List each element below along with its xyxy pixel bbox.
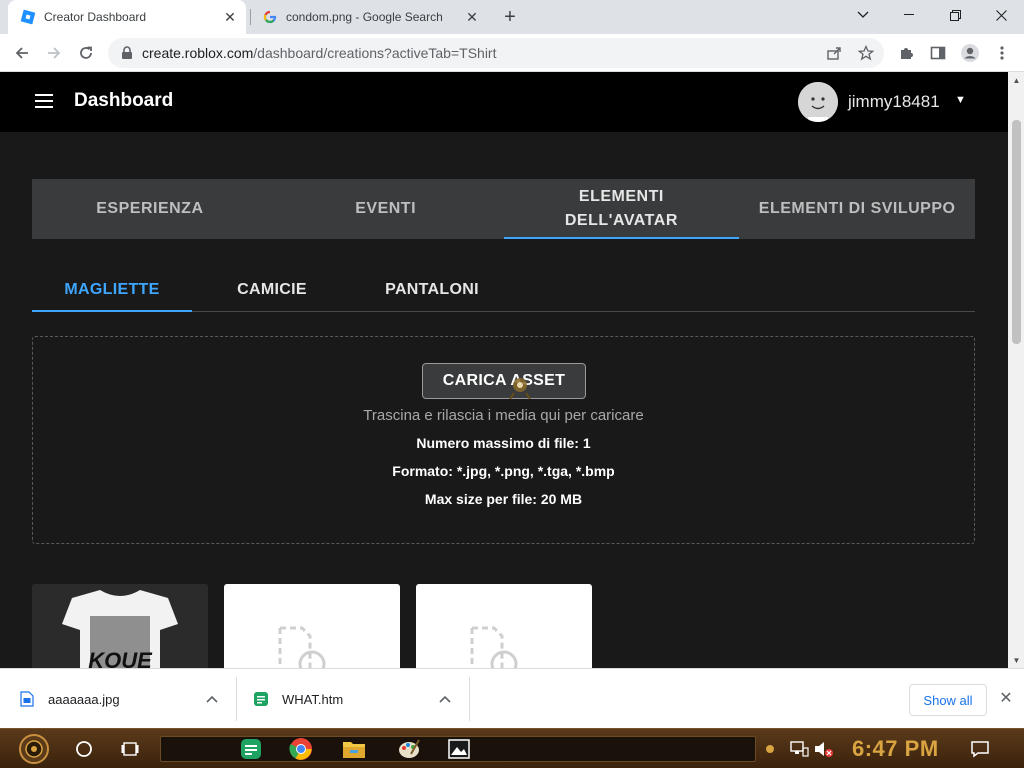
creations-category-tabs: ESPERIENZA EVENTI ELEMENTI DELL'AVATAR E…	[32, 179, 975, 239]
windows-taskbar: 6:47 PM	[0, 728, 1024, 768]
forward-arrow-icon[interactable]	[42, 41, 66, 65]
task-view-icon[interactable]	[116, 735, 144, 763]
tshirt-print-text: KOUE	[88, 648, 153, 668]
creation-thumbnail-tshirt[interactable]: KOUE	[32, 584, 208, 668]
tab-eventi[interactable]: EVENTI	[268, 179, 504, 239]
reload-icon[interactable]	[74, 41, 98, 65]
browser-menu-kebab-icon[interactable]	[992, 43, 1012, 63]
download-options-chevron-icon[interactable]	[437, 691, 453, 707]
action-center-icon[interactable]	[966, 735, 994, 763]
cortana-search-icon[interactable]	[70, 735, 98, 763]
roblox-favicon-icon	[20, 9, 36, 25]
browser-toolbar: create.roblox.com/dashboard/creations?ac…	[0, 34, 1024, 72]
minimize-window-button[interactable]	[886, 0, 932, 30]
subtab-camicie[interactable]: CAMICIE	[192, 269, 352, 311]
file-placeholder-icon	[470, 626, 518, 668]
avatar-item-subtabs: MAGLIETTE CAMICIE PANTALONI	[32, 269, 975, 312]
tab-title: Creator Dashboard	[44, 10, 147, 24]
tab-elementi-sviluppo[interactable]: ELEMENTI DI SVILUPPO	[739, 179, 975, 239]
browser-tab-creator-dashboard[interactable]: Creator Dashboard ✕	[8, 0, 246, 34]
download-shelf: aaaaaaa.jpg WHAT.htm Show all ✕	[0, 668, 1024, 728]
download-options-chevron-icon[interactable]	[204, 691, 220, 707]
green-notes-app-icon[interactable]	[237, 735, 265, 763]
page-scrollbar[interactable]: ▲ ▼	[1008, 72, 1024, 668]
side-panel-icon[interactable]	[928, 43, 948, 63]
chrome-icon[interactable]	[287, 735, 315, 763]
tab-title: condom.png - Google Search	[286, 10, 443, 24]
show-all-downloads-button[interactable]: Show all	[909, 684, 987, 716]
share-icon[interactable]	[824, 43, 844, 63]
dashboard-header: Dashboard jimmy18481 ▼	[0, 72, 1008, 132]
taskbar-clock[interactable]: 6:47 PM	[852, 736, 939, 762]
max-files-text: Numero massimo di file: 1	[416, 435, 591, 451]
page-title: Dashboard	[74, 90, 174, 111]
download-item[interactable]: WHAT.htm	[254, 669, 343, 729]
creator-dashboard-page: Dashboard jimmy18481 ▼ ESPERIENZA EVENTI…	[0, 72, 1008, 668]
dropzone-hint: Trascina e rilascia i media qui per cari…	[363, 407, 644, 424]
google-favicon-icon	[263, 10, 277, 24]
bookmark-star-icon[interactable]	[856, 43, 876, 63]
scroll-up-icon[interactable]: ▲	[1012, 76, 1021, 85]
back-arrow-icon[interactable]	[10, 41, 34, 65]
browser-tab-google-search[interactable]: condom.png - Google Search ✕	[250, 0, 488, 34]
lock-icon	[122, 46, 132, 59]
tab-esperienza[interactable]: ESPERIENZA	[32, 179, 268, 239]
avatar[interactable]	[798, 82, 838, 122]
browser-tab-strip: Creator Dashboard ✕ condom.png - Google …	[0, 0, 1024, 34]
restore-window-button[interactable]	[932, 0, 978, 30]
scroll-down-icon[interactable]: ▼	[1012, 656, 1021, 665]
format-text: Formato: *.jpg, *.png, *.tga, *.bmp	[392, 463, 615, 479]
file-explorer-icon[interactable]	[340, 735, 368, 763]
upload-asset-button[interactable]: CARICA ASSET	[422, 363, 586, 399]
upload-dropzone[interactable]: CARICA ASSET Trascina e rilascia i media…	[32, 336, 975, 544]
close-tab-icon[interactable]: ✕	[220, 7, 240, 27]
volume-muted-icon[interactable]	[810, 735, 838, 763]
tab-search-chevron-icon[interactable]	[840, 0, 886, 30]
extensions-puzzle-icon[interactable]	[896, 43, 916, 63]
max-size-text: Max size per file: 20 MB	[424, 491, 583, 507]
tray-overflow-icon[interactable]	[762, 735, 778, 763]
image-file-icon	[20, 691, 34, 707]
address-bar[interactable]: create.roblox.com/dashboard/creations?ac…	[108, 38, 884, 68]
username[interactable]: jimmy18481	[848, 92, 940, 112]
photos-app-icon[interactable]	[445, 735, 473, 763]
close-tab-icon[interactable]: ✕	[462, 7, 482, 27]
close-download-shelf-icon[interactable]: ✕	[996, 688, 1016, 708]
html-file-icon	[254, 692, 268, 706]
scrollbar-thumb[interactable]	[1012, 120, 1021, 344]
subtab-magliette[interactable]: MAGLIETTE	[32, 269, 192, 312]
creation-thumbnail-placeholder[interactable]	[416, 584, 592, 668]
paint-icon[interactable]	[395, 735, 423, 763]
url-text: create.roblox.com/dashboard/creations?ac…	[142, 45, 497, 61]
close-window-button[interactable]	[978, 0, 1024, 30]
user-menu-caret-icon[interactable]: ▼	[955, 94, 966, 106]
new-tab-button[interactable]: +	[498, 5, 522, 29]
start-button-icon[interactable]	[14, 732, 54, 766]
download-filename: WHAT.htm	[282, 691, 344, 707]
mouse-cursor-icon	[509, 378, 531, 400]
network-icon[interactable]	[785, 735, 813, 763]
tab-elementi-avatar[interactable]: ELEMENTI DELL'AVATAR	[503, 179, 740, 239]
file-placeholder-icon	[278, 626, 326, 668]
subtab-pantaloni[interactable]: PANTALONI	[352, 269, 512, 311]
download-item[interactable]: aaaaaaa.jpg	[20, 669, 120, 729]
profile-icon[interactable]	[960, 43, 980, 63]
creation-thumbnail-placeholder[interactable]	[224, 584, 400, 668]
download-filename: aaaaaaa.jpg	[48, 691, 120, 707]
hamburger-menu-icon[interactable]	[35, 94, 53, 108]
